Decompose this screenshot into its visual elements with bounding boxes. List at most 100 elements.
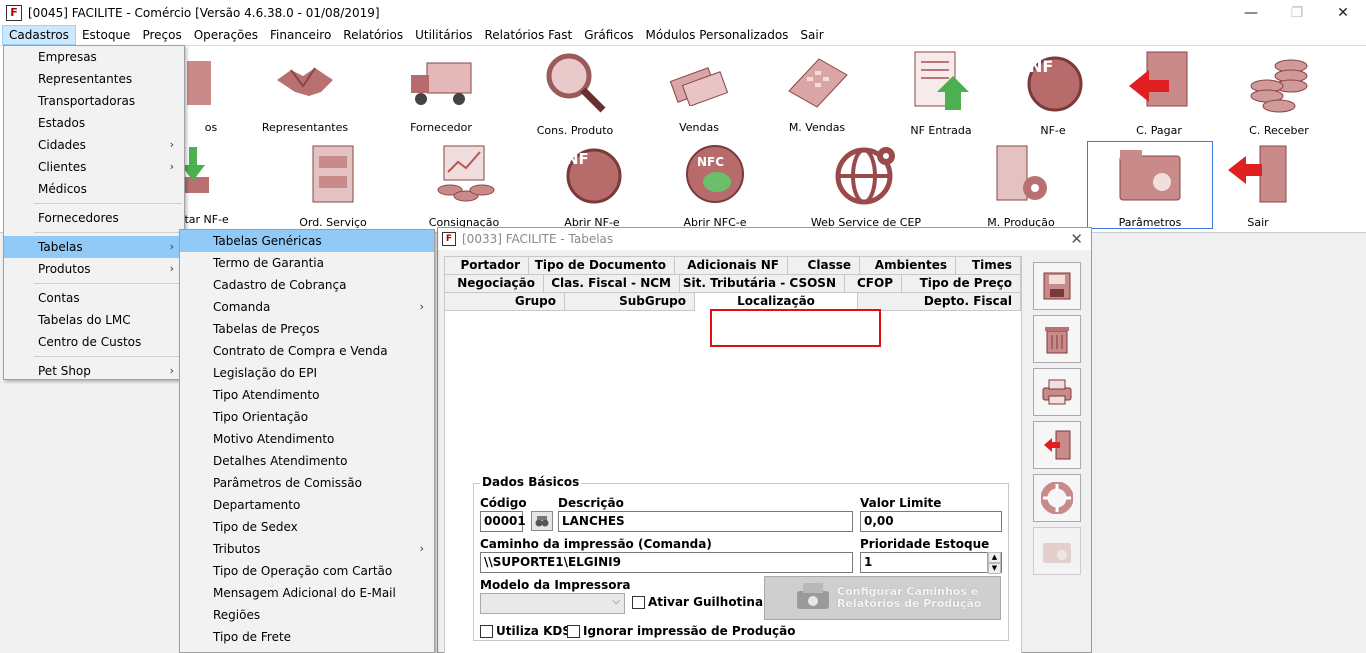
menu-item-cadastro-cobranca[interactable]: Cadastro de Cobrança (180, 274, 434, 296)
codigo-field[interactable]: 00001 (480, 511, 526, 532)
prioridade-field[interactable]: 1 ▲ ▼ (860, 552, 1002, 574)
menu-financeiro[interactable]: Financeiro (264, 26, 337, 44)
tab-classe[interactable]: Classe (788, 257, 860, 275)
menu-precos[interactable]: Preços (136, 26, 187, 44)
checkbox-box[interactable] (632, 595, 645, 609)
toolbar-fornecedor[interactable]: Fornecedor (378, 46, 504, 134)
menu-graficos[interactable]: Gráficos (578, 26, 639, 44)
configurar-caminhos-button[interactable]: Configurar Caminhos e Relatórios de Prod… (764, 576, 1001, 620)
modelo-impressora-select[interactable]: ⌵ (480, 593, 625, 614)
checkbox-box[interactable] (480, 624, 493, 638)
toolbar-m-vendas[interactable]: M. Vendas (754, 46, 880, 134)
tab-adicionais-nf[interactable]: Adicionais NF (675, 257, 788, 275)
print-button[interactable] (1033, 368, 1081, 416)
menu-cadastros[interactable]: Cadastros (2, 25, 76, 45)
menu-item-departamento[interactable]: Departamento (180, 494, 434, 516)
toolbar-ord-servico[interactable]: Ord. Serviço (270, 138, 396, 229)
tab-subgrupo[interactable]: SubGrupo (565, 293, 695, 311)
menu-item-tabelas[interactable]: Tabelas › (4, 236, 184, 258)
menu-item-tributos[interactable]: Tributos › (180, 538, 434, 560)
prioridade-spinner[interactable]: ▲ ▼ (987, 552, 1001, 574)
toolbar-c-pagar[interactable]: C. Pagar (1096, 46, 1222, 137)
menu-item-regioes[interactable]: Regiões (180, 604, 434, 626)
menu-item-empresas[interactable]: Empresas (4, 46, 184, 68)
menu-item-tipo-operacao-cartao[interactable]: Tipo de Operação com Cartão (180, 560, 434, 582)
menu-relatorios-fast[interactable]: Relatórios Fast (479, 26, 579, 44)
toolbar-cons-produto[interactable]: Cons. Produto (512, 46, 638, 137)
tab-ambientes[interactable]: Ambientes (860, 257, 956, 275)
valor-limite-field[interactable]: 0,00 (860, 511, 1002, 532)
utiliza-kds-checkbox[interactable]: Utiliza KDS (480, 624, 571, 638)
menu-item-contrato-compra-venda[interactable]: Contrato de Compra e Venda (180, 340, 434, 362)
exit-button[interactable] (1033, 421, 1081, 469)
menu-sair[interactable]: Sair (794, 26, 829, 44)
menu-item-legislacao-epi[interactable]: Legislação do EPI (180, 362, 434, 384)
toolbar-abrir-nfc-e[interactable]: NFC Abrir NFC-e (652, 138, 778, 229)
tab-cfop[interactable]: CFOP (845, 275, 902, 293)
minimize-button[interactable]: — (1228, 0, 1274, 25)
menu-item-tipo-frete[interactable]: Tipo de Frete (180, 626, 434, 648)
close-button[interactable]: ✕ (1320, 0, 1366, 25)
menu-item-medicos[interactable]: Médicos (4, 178, 184, 200)
menu-item-representantes[interactable]: Representantes (4, 68, 184, 90)
tab-tipo-documento[interactable]: Tipo de Documento (529, 257, 675, 275)
menu-estoque[interactable]: Estoque (76, 26, 137, 44)
menu-item-tabelas-genericas[interactable]: Tabelas Genéricas (180, 230, 434, 252)
help-button[interactable] (1033, 474, 1081, 522)
search-lookup-button[interactable] (531, 511, 553, 531)
toolbar-nf-entrada[interactable]: NF Entrada (878, 46, 1004, 137)
menu-item-termo-garantia[interactable]: Termo de Garantia (180, 252, 434, 274)
spin-down-icon[interactable]: ▼ (988, 563, 1001, 574)
tab-tipo-preco[interactable]: Tipo de Preço (902, 275, 1021, 293)
menu-item-produtos[interactable]: Produtos › (4, 258, 184, 280)
caminho-impressao-field[interactable]: \\SUPORTE1\ELGINI9 (480, 552, 853, 573)
menu-relatorios[interactable]: Relatórios (337, 26, 409, 44)
toolbar-sair[interactable]: Sair (1195, 138, 1321, 229)
toolbar-vendas[interactable]: Vendas (636, 46, 762, 134)
menu-item-tipo-atendimento[interactable]: Tipo Atendimento (180, 384, 434, 406)
menu-item-transportadoras[interactable]: Transportadoras (4, 90, 184, 112)
dialog-close-icon[interactable]: ✕ (1070, 230, 1083, 248)
tab-negociacao[interactable]: Negociação (445, 275, 544, 293)
menu-operacoes[interactable]: Operações (188, 26, 264, 44)
menu-item-comanda[interactable]: Comanda › (180, 296, 434, 318)
save-button[interactable] (1033, 262, 1081, 310)
ignorar-impressao-checkbox[interactable]: Ignorar impressão de Produção (567, 624, 795, 638)
tab-clas-fiscal-ncm[interactable]: Clas. Fiscal - NCM (544, 275, 680, 293)
toolbar-consignacao[interactable]: Consignação (401, 138, 527, 229)
tab-sit-tributaria-csosn[interactable]: Sit. Tributária - CSOSN (680, 275, 845, 293)
menu-item-tabelas-lmc[interactable]: Tabelas do LMC (4, 309, 184, 331)
toolbar-c-receber[interactable]: C. Receber (1216, 46, 1342, 137)
tab-depto-fiscal[interactable]: Depto. Fiscal (858, 293, 1021, 311)
ativar-guilhotina-checkbox[interactable]: Ativar Guilhotina (632, 595, 763, 609)
spin-up-icon[interactable]: ▲ (988, 552, 1001, 563)
toolbar-representantes[interactable]: Representantes (242, 46, 368, 134)
checkbox-box[interactable] (567, 624, 580, 638)
maximize-button[interactable]: ❐ (1274, 0, 1320, 25)
menu-item-tabelas-precos[interactable]: Tabelas de Preços (180, 318, 434, 340)
menu-utilitarios[interactable]: Utilitários (409, 26, 478, 44)
menu-modulos-personalizados[interactable]: Módulos Personalizados (640, 26, 795, 44)
menu-item-tipo-orientacao[interactable]: Tipo Orientação (180, 406, 434, 428)
tab-portador[interactable]: Portador (445, 257, 529, 275)
menu-item-cidades[interactable]: Cidades › (4, 134, 184, 156)
config-button[interactable] (1033, 527, 1081, 575)
toolbar-web-service-cep[interactable]: Web Service de CEP (803, 138, 929, 229)
menu-item-centro-custos[interactable]: Centro de Custos (4, 331, 184, 353)
toolbar-abrir-nf-e[interactable]: NF Abrir NF-e (529, 138, 655, 229)
descricao-field[interactable]: LANCHES (558, 511, 853, 532)
menu-item-pet-shop[interactable]: Pet Shop › (4, 360, 184, 382)
toolbar-m-producao[interactable]: M. Produção (958, 138, 1084, 229)
menu-item-clientes[interactable]: Clientes › (4, 156, 184, 178)
menu-item-detalhes-atendimento[interactable]: Detalhes Atendimento (180, 450, 434, 472)
delete-button[interactable] (1033, 315, 1081, 363)
tab-grupo[interactable]: Grupo (445, 293, 565, 311)
menu-item-contas[interactable]: Contas (4, 287, 184, 309)
menu-item-parametros-comissao[interactable]: Parâmetros de Comissão (180, 472, 434, 494)
menu-item-estados[interactable]: Estados (4, 112, 184, 134)
menu-item-motivo-atendimento[interactable]: Motivo Atendimento (180, 428, 434, 450)
menu-item-tipo-sedex[interactable]: Tipo de Sedex (180, 516, 434, 538)
menu-item-fornecedores[interactable]: Fornecedores (4, 207, 184, 229)
menu-item-mensagem-email[interactable]: Mensagem Adicional do E-Mail (180, 582, 434, 604)
tab-times[interactable]: Times (956, 257, 1021, 275)
